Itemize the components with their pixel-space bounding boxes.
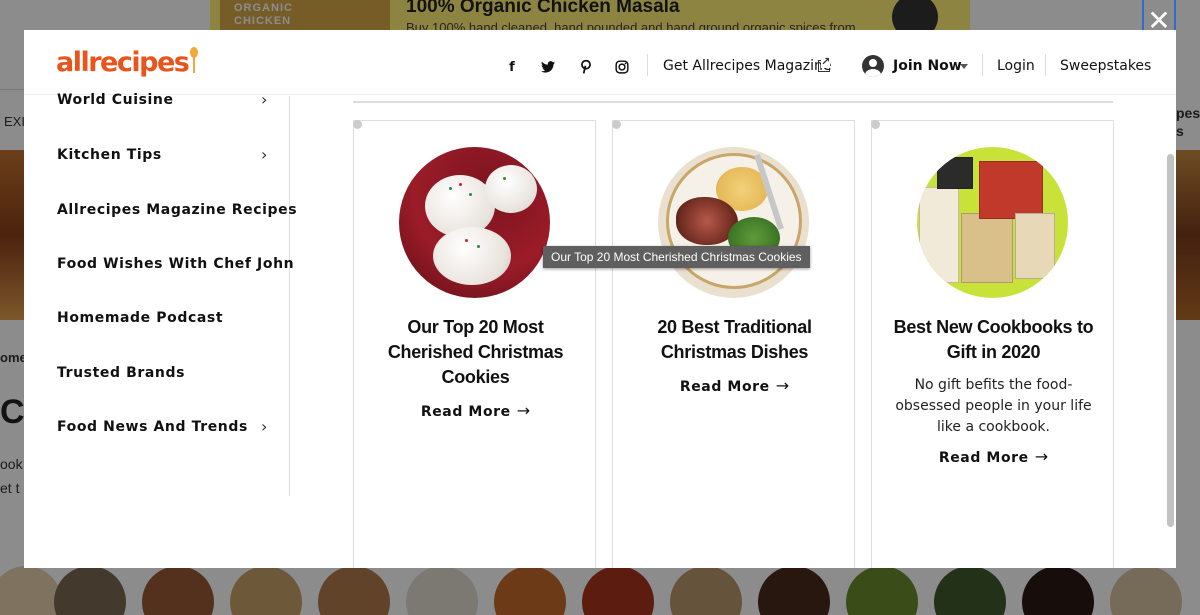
spoon-icon <box>190 47 199 73</box>
card-image-cookbooks[interactable] <box>917 147 1068 298</box>
allrecipes-logo[interactable]: allrecipes <box>56 47 199 78</box>
instagram-camera-icon <box>615 60 629 74</box>
modal-header: allrecipes f Get Allrecipes Magazine Joi… <box>24 30 1176 95</box>
cards-divider <box>353 101 1113 103</box>
article-card[interactable]: 20 Best Traditional Christmas Dishes Rea… <box>612 120 855 568</box>
card-image-cookies[interactable] <box>399 147 550 298</box>
read-more-link[interactable]: Read More → <box>354 401 597 421</box>
external-link-icon <box>818 55 831 72</box>
caret-down-icon[interactable] <box>960 64 968 69</box>
nav-item-kitchen-tips[interactable]: Kitchen Tips › <box>57 147 277 171</box>
arrow-right-icon: → <box>1034 447 1049 466</box>
category-nav: World Cuisine › Kitchen Tips › Allrecipe… <box>24 92 297 496</box>
twitter-bird-icon <box>541 61 555 73</box>
header-divider <box>647 54 648 76</box>
nav-item-label: Food News And Trends <box>57 419 248 435</box>
twitter-icon[interactable] <box>539 58 557 76</box>
sprinkle <box>469 193 472 196</box>
card-image-christmas-dishes[interactable] <box>658 147 809 298</box>
chevron-right-icon: › <box>261 145 268 164</box>
card-title[interactable]: Best New Cookbooks to Gift in 2020 <box>882 315 1105 365</box>
card-title[interactable]: 20 Best Traditional Christmas Dishes <box>623 315 846 365</box>
meringue-cookie <box>485 165 537 213</box>
login-link[interactable]: Login <box>997 58 1035 74</box>
nav-item-trusted-brands[interactable]: Trusted Brands <box>57 365 277 389</box>
cookbook <box>1015 213 1055 279</box>
header-divider <box>1045 54 1046 76</box>
cookbook <box>961 213 1013 283</box>
nav-item-world-cuisine[interactable]: World Cuisine › <box>57 92 277 116</box>
nav-item-label: Homemade Podcast <box>57 310 224 326</box>
sprinkle <box>477 245 480 248</box>
sweepstakes-link[interactable]: Sweepstakes <box>1060 58 1151 74</box>
chevron-right-icon: › <box>261 417 268 436</box>
read-more-label: Read More <box>679 379 770 395</box>
read-more-link[interactable]: Read More → <box>613 376 856 396</box>
meringue-cookie <box>433 227 511 285</box>
card-description: No gift befits the food-obsessed people … <box>895 377 1092 435</box>
read-more-label: Read More <box>420 404 511 420</box>
card-corner-dot <box>612 120 621 129</box>
nav-item-label: Food Wishes With Chef John <box>57 256 295 272</box>
facebook-icon[interactable]: f <box>503 58 521 76</box>
sprinkle <box>449 187 452 190</box>
read-more-link[interactable]: Read More → <box>872 447 1115 467</box>
sprinkle <box>503 177 506 180</box>
scrollbar-thumb[interactable] <box>1167 154 1174 527</box>
arrow-right-icon: → <box>516 401 531 420</box>
nav-item-food-news[interactable]: Food News And Trends › <box>57 419 277 443</box>
nav-item-label: World Cuisine <box>57 92 174 108</box>
nav-item-label: Kitchen Tips <box>57 147 162 163</box>
card-title[interactable]: Our Top 20 Most Cherished Christmas Cook… <box>364 315 587 390</box>
chevron-right-icon: › <box>261 90 268 109</box>
instagram-icon[interactable] <box>613 58 631 76</box>
card-corner-dot <box>871 120 880 129</box>
article-card[interactable]: Best New Cookbooks to Gift in 2020 No gi… <box>871 120 1114 568</box>
nav-item-label: Allrecipes Magazine Recipes <box>57 202 298 218</box>
image-tooltip: Our Top 20 Most Cherished Christmas Cook… <box>543 246 810 268</box>
cookbook <box>937 157 973 189</box>
arrow-right-icon: → <box>775 376 790 395</box>
nav-item-homemade-podcast[interactable]: Homemade Podcast <box>57 310 277 334</box>
logo-text: allrecipes <box>56 47 190 78</box>
header-divider <box>982 54 983 76</box>
user-avatar-icon[interactable] <box>862 55 884 77</box>
article-card[interactable]: Our Top 20 Most Cherished Christmas Cook… <box>353 120 596 568</box>
cookbook <box>979 161 1043 219</box>
nav-item-food-wishes[interactable]: Food Wishes With Chef John <box>57 256 294 280</box>
sprinkle <box>465 239 468 242</box>
read-more-label: Read More <box>938 450 1029 466</box>
sprinkle <box>459 183 462 186</box>
card-corner-dot <box>353 120 362 129</box>
join-now-button[interactable]: Join Now <box>893 58 962 74</box>
magazine-link[interactable]: Get Allrecipes Magazine <box>663 58 832 74</box>
nav-item-magazine-recipes[interactable]: Allrecipes Magazine Recipes <box>57 202 297 226</box>
cookbook <box>919 187 959 283</box>
pinterest-icon[interactable] <box>577 58 595 76</box>
pinterest-p-icon <box>581 60 591 74</box>
nav-item-label: Trusted Brands <box>57 365 186 381</box>
menu-modal: allrecipes f Get Allrecipes Magazine Joi… <box>24 30 1176 568</box>
